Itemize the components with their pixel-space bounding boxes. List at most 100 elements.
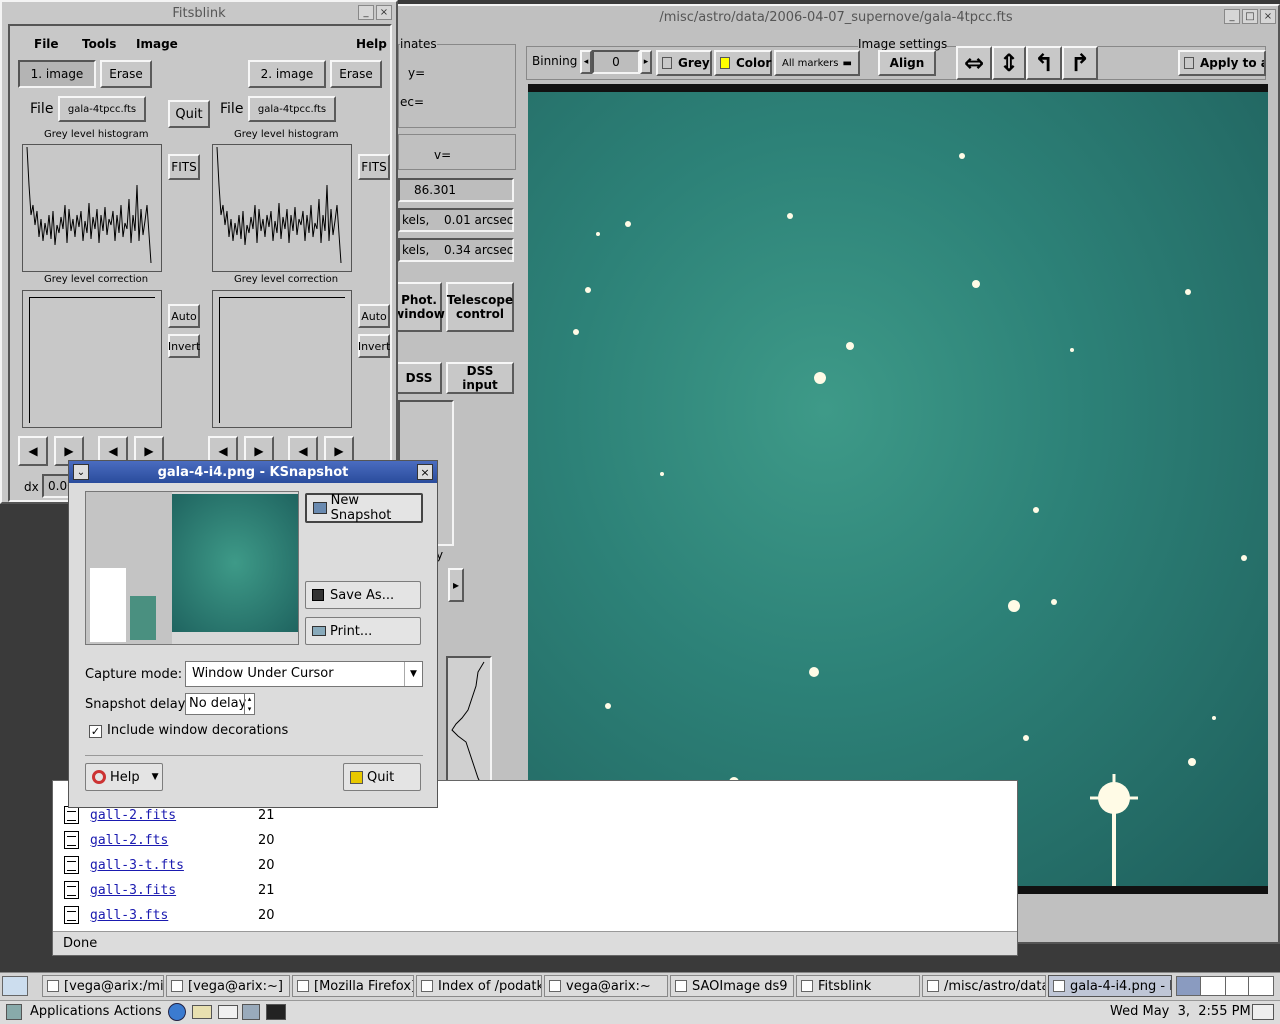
grey-button[interactable]: Grey	[656, 50, 712, 76]
color-button[interactable]: Color	[714, 50, 772, 76]
taskbar-item[interactable]: Index of /podatki/	[416, 975, 542, 997]
help-button[interactable]: Help ▼	[85, 763, 163, 791]
floppy-icon	[312, 589, 324, 601]
file2-field[interactable]: gala-4tpcc.fts	[248, 96, 336, 122]
globe-icon[interactable]	[168, 1003, 186, 1021]
erase2-button[interactable]: Erase	[330, 60, 382, 88]
menu-file[interactable]: File	[34, 37, 59, 51]
ds9-title: /misc/astro/data/2006-04-07_supernove/ga…	[659, 9, 1013, 25]
terminal-icon[interactable]	[266, 1004, 286, 1020]
maximize-icon[interactable]: □	[1242, 9, 1258, 24]
image2-button[interactable]: 2. image	[248, 60, 326, 88]
dss-input-button[interactable]: DSS input	[446, 362, 514, 394]
binning-field[interactable]: 0	[592, 50, 640, 74]
rotate-right-icon[interactable]: ↱	[1062, 46, 1098, 80]
taskbar-item[interactable]: Fitsblink	[796, 975, 920, 997]
capture-mode-select[interactable]: Window Under Cursor ▼	[185, 661, 423, 687]
show-desktop-icon[interactable]	[2, 976, 28, 996]
new-snapshot-button[interactable]: New Snapshot	[305, 493, 423, 523]
erase1-button[interactable]: Erase	[100, 60, 152, 88]
ksnapshot-menu-icon[interactable]: ⌄	[73, 464, 89, 480]
taskbar-item[interactable]: [Mozilla Firefox]	[292, 975, 414, 997]
auto2-button[interactable]: Auto	[358, 304, 390, 328]
taskbar-item[interactable]: [vega@arix:~]	[166, 975, 290, 997]
profile-plot	[446, 656, 492, 790]
quit-button[interactable]: Quit	[168, 100, 210, 128]
taskbar-item[interactable]: /misc/astro/data/2	[922, 975, 1046, 997]
snapshot-preview[interactable]	[85, 491, 299, 645]
taskbar-item[interactable]: gala-4-i4.png - KS	[1048, 975, 1172, 997]
histogram1-plot	[22, 144, 162, 272]
minimize-icon[interactable]: _	[1224, 9, 1240, 24]
color-label: Color	[736, 56, 772, 70]
file-link[interactable]: gall-3.fts	[90, 908, 168, 923]
file-link[interactable]: gall-3.fits	[90, 883, 176, 898]
file-link[interactable]: gall-2.fts	[90, 833, 168, 848]
markers-menu-button[interactable]: All markers ▬	[774, 50, 860, 76]
file-link[interactable]: gall-3-t.fts	[90, 858, 184, 873]
coordinates-frame	[398, 44, 516, 128]
clock: Wed May 3, 2:55 PM	[1110, 1004, 1251, 1019]
mail-icon[interactable]	[192, 1005, 212, 1019]
actions-menu[interactable]: Actions	[114, 1004, 162, 1019]
dec-label: ec=	[400, 95, 425, 109]
editor-icon[interactable]	[218, 1005, 238, 1019]
printer-icon	[312, 626, 326, 636]
snapshot-delay-value: No delay	[189, 696, 247, 711]
phot-window-button[interactable]: Phot. window	[393, 282, 445, 332]
menu-image[interactable]: Image	[136, 37, 178, 51]
window-icon	[675, 980, 687, 992]
window-icon	[47, 980, 59, 992]
notification-icon[interactable]	[1252, 1004, 1274, 1020]
invert1-button[interactable]: Invert	[168, 334, 200, 358]
print-button[interactable]: Print...	[305, 617, 421, 645]
scroll-right-button[interactable]: ▸	[448, 568, 464, 602]
apply-to-all-button[interactable]: Apply to al	[1178, 50, 1266, 76]
close-icon[interactable]: ×	[1260, 9, 1276, 24]
taskbar-item-label: vega@arix:~	[566, 978, 651, 994]
image1-button[interactable]: 1. image	[18, 60, 96, 88]
fitsblink-minimize-icon[interactable]: _	[358, 5, 374, 20]
file-link[interactable]: gall-2.fits	[90, 808, 176, 823]
binning-decrease-button[interactable]: ◂	[580, 50, 592, 74]
binning-increase-button[interactable]: ▸	[640, 50, 652, 74]
taskbar-item[interactable]: SAOImage ds9	[670, 975, 794, 997]
include-decorations-checkbox[interactable]: ✓	[89, 725, 102, 738]
fits1-button[interactable]: FITS	[168, 154, 200, 180]
file-icon	[64, 806, 79, 824]
align-button[interactable]: Align	[878, 50, 936, 76]
applications-menu[interactable]: Applications	[30, 1004, 109, 1019]
file1-field[interactable]: gala-4tpcc.fts	[58, 96, 146, 122]
taskbar-item[interactable]: [vega@arix:/misc	[42, 975, 164, 997]
save-as-button[interactable]: Save As...	[305, 581, 421, 609]
ksnapshot-title: gala-4-i4.png - KSnapshot	[157, 464, 349, 480]
help-label: Help	[110, 769, 140, 785]
horizontal-arrows-icon[interactable]: ⇔	[956, 46, 992, 80]
vertical-arrows-icon[interactable]: ⇕	[992, 46, 1026, 80]
auto1-button[interactable]: Auto	[168, 304, 200, 328]
dss-button[interactable]: DSS	[396, 362, 442, 394]
scale1-unit: kels,	[402, 213, 430, 227]
coordinates-label: inates	[400, 37, 437, 51]
rotate-left-icon[interactable]: ↰	[1026, 46, 1062, 80]
spin-arrows-icon[interactable]: ▴ ▾	[244, 694, 254, 714]
file-manager-icon[interactable]	[242, 1004, 260, 1020]
main-menu-icon[interactable]	[6, 1004, 22, 1020]
taskbar-item[interactable]: vega@arix:~	[544, 975, 668, 997]
file-size: 20	[258, 908, 275, 923]
correction1-label: Grey level correction	[44, 274, 149, 285]
capture-mode-value: Window Under Cursor	[192, 666, 334, 681]
invert2-button[interactable]: Invert	[358, 334, 390, 358]
image-settings-label: Image settings	[858, 37, 948, 51]
snapshot-delay-spinbox[interactable]: No delay ▴ ▾	[185, 693, 255, 715]
fitsblink-close-icon[interactable]: ×	[376, 5, 392, 20]
workspace-switcher[interactable]	[1176, 976, 1274, 996]
quit-button[interactable]: Quit	[343, 763, 421, 791]
menu-tools[interactable]: Tools	[82, 37, 116, 51]
window-icon	[1053, 980, 1065, 992]
menu-help[interactable]: Help	[356, 37, 387, 51]
ksnapshot-close-icon[interactable]: ×	[417, 464, 433, 480]
telescope-control-button[interactable]: Telescope control	[446, 282, 514, 332]
fits2-button[interactable]: FITS	[358, 154, 390, 180]
arrow-left-icon[interactable]: ◀	[18, 436, 48, 466]
